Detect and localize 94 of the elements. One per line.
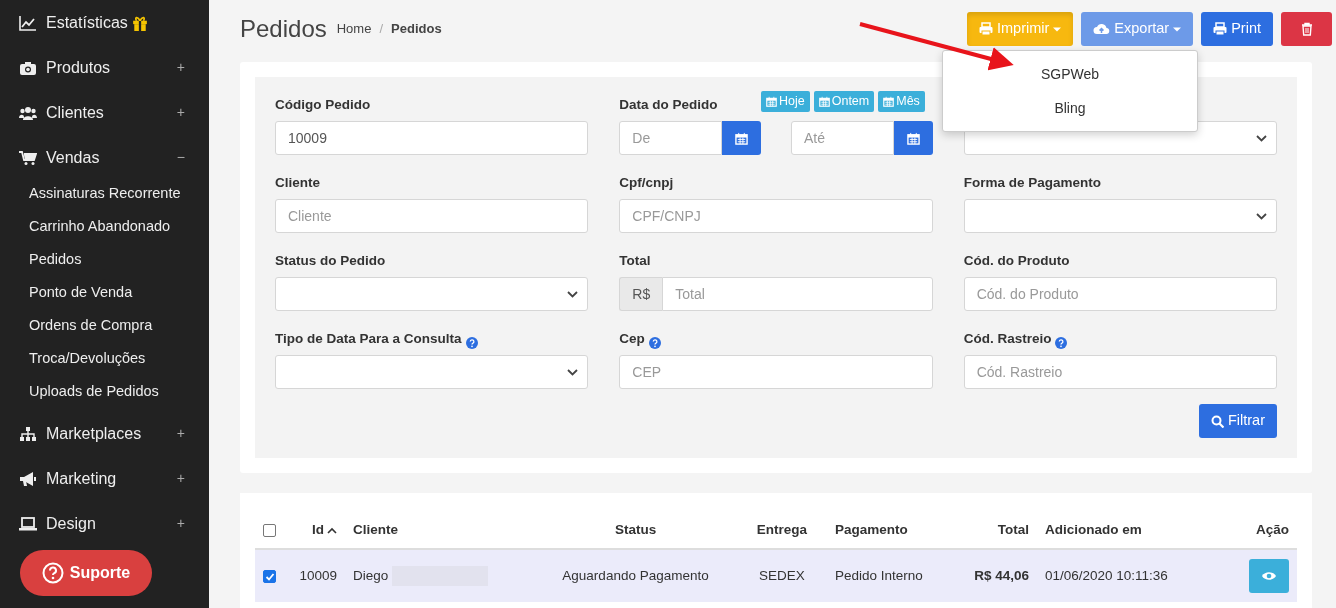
sidebar-subitem[interactable]: Pedidos bbox=[0, 243, 209, 276]
toggle-icon: + bbox=[176, 423, 185, 444]
printer-icon bbox=[1213, 22, 1228, 36]
calendar-button[interactable] bbox=[722, 121, 761, 155]
calendar-icon bbox=[766, 96, 777, 107]
toggle-icon: + bbox=[176, 102, 185, 123]
select-field[interactable] bbox=[275, 277, 589, 311]
sidebar-subitem[interactable]: Carrinho Abandonado bbox=[0, 210, 209, 243]
sidebar-item[interactable]: Vendas − bbox=[0, 146, 209, 169]
line-chart-icon bbox=[19, 14, 37, 31]
users-icon bbox=[19, 104, 37, 121]
field-label: Cpf/cnpj bbox=[619, 173, 674, 192]
field-label: Cliente bbox=[275, 173, 320, 192]
calendar-icon bbox=[818, 96, 830, 107]
sidebar-subitem[interactable]: Ordens de Compra bbox=[0, 309, 209, 342]
toggle-icon: + bbox=[176, 468, 185, 489]
eye-icon bbox=[1261, 570, 1277, 582]
dropdown-item[interactable]: Bling bbox=[943, 91, 1197, 125]
laptop-icon bbox=[19, 515, 37, 532]
calendar-icon bbox=[883, 96, 895, 107]
sidebar-item[interactable]: Marketplaces + bbox=[0, 422, 209, 445]
field-label: Status do Pedido bbox=[275, 251, 386, 270]
page-title: Pedidos bbox=[240, 14, 327, 44]
printer-icon bbox=[979, 22, 993, 36]
breadcrumb-separator: / bbox=[379, 20, 384, 39]
input-field[interactable]: 10009 bbox=[275, 121, 589, 155]
table-cell: Aguardando Pagamento bbox=[562, 567, 709, 583]
view-button[interactable] bbox=[1249, 559, 1289, 593]
sidebar-item[interactable]: Clientes + bbox=[0, 101, 209, 124]
sidebar-item[interactable]: Marketing + bbox=[0, 467, 209, 490]
table-row[interactable]: 10009 Diego Aguardando Pagamento SEDEX Pedido Interno R$ 44,06 01/06/2020 10:11:36 bbox=[255, 549, 1297, 602]
input-field[interactable]: Cliente bbox=[275, 199, 589, 233]
breadcrumb-current: Pedidos bbox=[391, 20, 442, 39]
field-label: Cep bbox=[619, 329, 645, 348]
row-checkbox[interactable] bbox=[263, 569, 276, 583]
caret-icon bbox=[1053, 26, 1062, 32]
breadcrumb-link[interactable]: Home bbox=[336, 19, 372, 39]
dropdown-item[interactable]: SGPWeb bbox=[943, 57, 1197, 91]
calendar-icon bbox=[906, 131, 920, 145]
megaphone-icon bbox=[19, 470, 37, 487]
cloud-upload-icon bbox=[1093, 22, 1111, 36]
calendar-icon bbox=[735, 131, 748, 145]
filter-button[interactable]: Filtrar bbox=[1198, 404, 1277, 438]
toggle-icon: + bbox=[176, 513, 185, 534]
field-label: Tipo de Data Para a Consulta bbox=[275, 329, 462, 348]
print-button[interactable]: Print bbox=[1201, 12, 1273, 46]
chevron-down-icon bbox=[567, 291, 579, 298]
cart-icon bbox=[19, 149, 37, 166]
field-label: Data do Pedido bbox=[619, 95, 718, 114]
support-button[interactable]: Suporte bbox=[20, 550, 152, 596]
sidebar-item[interactable]: Design + bbox=[0, 512, 209, 535]
camera-icon bbox=[19, 59, 37, 76]
input-field[interactable]: Total bbox=[662, 277, 933, 311]
table-cell: SEDEX bbox=[759, 567, 805, 583]
table-cell: R$ 44,06 bbox=[974, 567, 1029, 583]
sidebar-item[interactable]: Produtos + bbox=[0, 56, 209, 79]
field-label: Código Pedido bbox=[275, 95, 371, 114]
sitemap-icon bbox=[19, 425, 37, 442]
input-field[interactable]: CPF/CNPJ bbox=[619, 199, 933, 233]
field-label: Cód. Rastreio bbox=[963, 329, 1052, 348]
chevron-down-icon bbox=[567, 369, 579, 376]
field-label: Forma de Pagamento bbox=[963, 173, 1101, 192]
checkmark-icon bbox=[264, 571, 275, 581]
chevron-down-icon bbox=[1256, 213, 1267, 220]
chevron-down-icon bbox=[1256, 135, 1267, 142]
table-cell: Pedido Interno bbox=[835, 567, 923, 583]
sidebar-subitem[interactable]: Uploads de Pedidos bbox=[0, 375, 209, 408]
toggle-icon: − bbox=[176, 147, 185, 168]
table-cell: Diego bbox=[353, 567, 389, 583]
delete-button[interactable] bbox=[1281, 12, 1332, 46]
help-icon bbox=[41, 562, 64, 584]
field-label: Total bbox=[619, 251, 651, 270]
table-cell: 01/06/2020 10:11:36 bbox=[1045, 567, 1168, 583]
currency-addon: R$ bbox=[619, 277, 663, 311]
date-field[interactable]: De bbox=[619, 121, 722, 155]
table-cell: 10009 bbox=[299, 567, 337, 583]
sidebar-subitem[interactable]: Troca/Devoluções bbox=[0, 342, 209, 375]
input-field[interactable]: Cód. Rastreio bbox=[963, 355, 1277, 389]
input-field[interactable]: Cód. do Produto bbox=[963, 277, 1277, 311]
calendar-button[interactable] bbox=[893, 121, 933, 155]
sort-icon bbox=[327, 526, 337, 535]
select-field[interactable] bbox=[275, 355, 589, 389]
select-all-checkbox[interactable] bbox=[263, 524, 276, 538]
caret-icon bbox=[1173, 26, 1182, 32]
sidebar-item[interactable]: Estatísticas bbox=[0, 11, 209, 34]
toggle-icon: + bbox=[176, 57, 185, 78]
input-field[interactable]: CEP bbox=[619, 355, 933, 389]
sidebar-subitem[interactable]: Ponto de Venda bbox=[0, 276, 209, 309]
sidebar-subitem[interactable]: Assinaturas Recorrente bbox=[0, 177, 209, 210]
trash-icon bbox=[1300, 22, 1313, 36]
date-field[interactable]: Até bbox=[791, 121, 894, 155]
select-field[interactable] bbox=[963, 199, 1277, 233]
search-icon bbox=[1210, 414, 1224, 428]
field-label: Cód. do Produto bbox=[963, 251, 1070, 270]
